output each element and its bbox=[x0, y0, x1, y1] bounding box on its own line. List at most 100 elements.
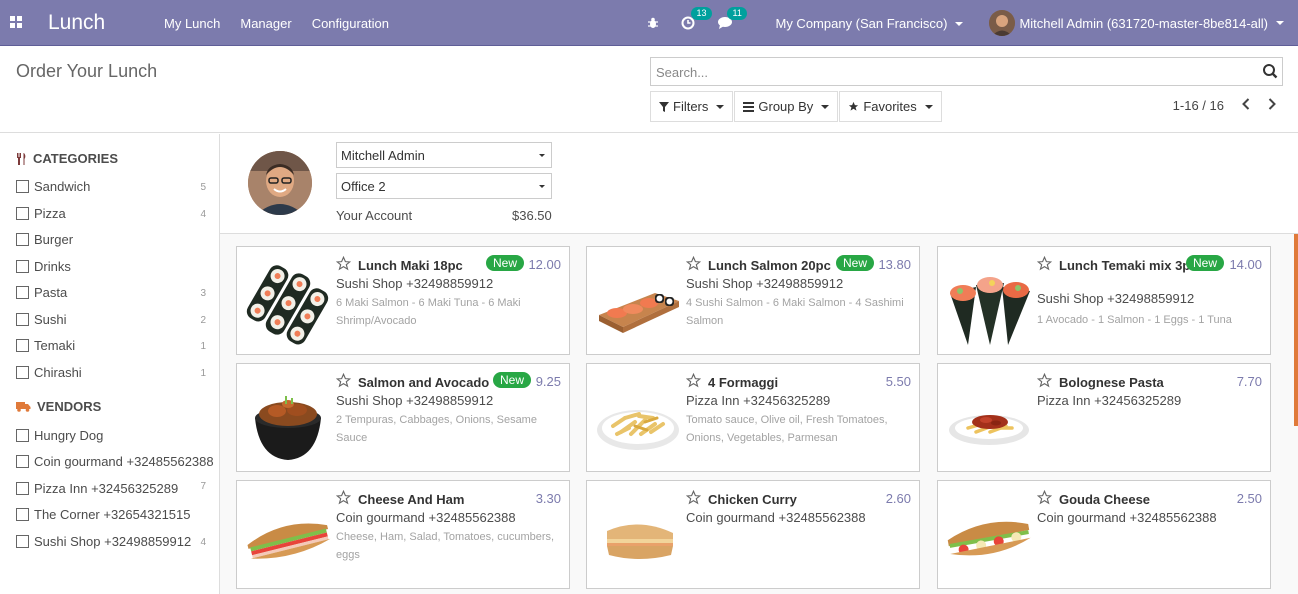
menu-my-lunch[interactable]: My Lunch bbox=[164, 16, 220, 31]
product-name: Chicken Curry bbox=[708, 492, 797, 507]
messages-chat-icon[interactable]: 11 bbox=[717, 7, 747, 30]
activity-clock-icon[interactable]: 13 bbox=[681, 7, 712, 30]
checkbox[interactable] bbox=[16, 482, 29, 495]
vendor-label: Hungry Dog bbox=[34, 428, 104, 443]
checkbox[interactable] bbox=[16, 286, 29, 299]
menu-configuration[interactable]: Configuration bbox=[312, 16, 389, 31]
product-card[interactable]: Lunch Maki 18pc New 12.00 Sushi Shop +32… bbox=[236, 246, 570, 355]
favorites-button[interactable]: Favorites bbox=[839, 91, 942, 122]
product-image-temaki-cones bbox=[946, 261, 1032, 347]
checkbox[interactable] bbox=[16, 429, 29, 442]
filter-icon bbox=[659, 101, 669, 112]
product-description: Cheese, Ham, Salad, Tomatoes, cucumbers,… bbox=[336, 531, 555, 561]
checkbox[interactable] bbox=[16, 535, 29, 548]
location-select[interactable]: Office 2 bbox=[336, 173, 552, 199]
search-input[interactable]: Search... bbox=[650, 57, 1283, 86]
product-vendor: Coin gourmand +32485562388 bbox=[336, 510, 516, 525]
vendor-hungry-dog[interactable]: Hungry Dog bbox=[16, 428, 206, 443]
vendor-coin-gourmand[interactable]: Coin gourmand +32485562388 bbox=[16, 454, 216, 469]
product-price: 3.30 bbox=[535, 491, 561, 506]
favorite-star-icon[interactable] bbox=[1036, 489, 1053, 508]
filters-label: Filters bbox=[673, 99, 709, 114]
search-icon[interactable] bbox=[1262, 63, 1278, 82]
category-sushi[interactable]: Sushi 2 bbox=[16, 312, 206, 327]
favorite-star-icon[interactable] bbox=[685, 255, 702, 274]
checkbox[interactable] bbox=[16, 233, 29, 246]
product-card[interactable]: Bolognese Pasta 7.70 Pizza Inn +32456325… bbox=[937, 363, 1271, 472]
checkbox[interactable] bbox=[16, 508, 29, 521]
product-card[interactable]: Lunch Temaki mix 3pc New 14.00 Sushi Sho… bbox=[937, 246, 1271, 355]
vendor-the-corner[interactable]: The Corner +32654321515 bbox=[16, 507, 206, 522]
favorite-star-icon[interactable] bbox=[335, 372, 352, 391]
company-switcher[interactable]: My Company (San Francisco) bbox=[775, 16, 964, 31]
product-card[interactable]: Cheese And Ham 3.30 Coin gourmand +32485… bbox=[236, 480, 570, 589]
user-name: Mitchell Admin (631720-master-8be814-all… bbox=[1019, 15, 1268, 31]
product-vendor: Coin gourmand +32485562388 bbox=[686, 510, 866, 525]
categories-heading: CATEGORIES bbox=[16, 151, 118, 166]
truck-icon bbox=[16, 402, 31, 412]
category-label: Pasta bbox=[34, 285, 68, 300]
checkbox[interactable] bbox=[16, 455, 29, 468]
main-menu: My Lunch Manager Configuration bbox=[164, 16, 389, 31]
category-label: Pizza bbox=[34, 206, 66, 221]
page-title: Order Your Lunch bbox=[16, 61, 158, 81]
activity-count-badge: 13 bbox=[691, 7, 712, 20]
pager: 1-16 / 16 bbox=[1173, 98, 1276, 113]
product-card[interactable]: Gouda Cheese 2.50 Coin gourmand +3248556… bbox=[937, 480, 1271, 589]
product-card[interactable]: 4 Formaggi 5.50 Pizza Inn +32456325289 T… bbox=[586, 363, 920, 472]
filters-button[interactable]: Filters bbox=[650, 91, 734, 122]
new-badge: New bbox=[1186, 255, 1225, 271]
category-temaki[interactable]: Temaki 1 bbox=[16, 338, 206, 353]
scrollbar[interactable] bbox=[1294, 234, 1298, 426]
favorite-star-icon[interactable] bbox=[685, 372, 702, 391]
favorite-star-icon[interactable] bbox=[1036, 372, 1053, 391]
category-count: 4 bbox=[200, 209, 206, 220]
checkbox[interactable] bbox=[16, 313, 29, 326]
new-badge: New bbox=[486, 255, 525, 271]
product-name: Bolognese Pasta bbox=[1059, 375, 1164, 390]
category-sandwich[interactable]: Sandwich 5 bbox=[16, 179, 206, 194]
app-brand[interactable]: Lunch bbox=[48, 11, 105, 35]
vendor-sushi-shop[interactable]: Sushi Shop +32498859912 4 bbox=[16, 534, 206, 549]
group-by-button[interactable]: Group By bbox=[734, 91, 839, 122]
category-drinks[interactable]: Drinks bbox=[16, 259, 206, 274]
pager-value[interactable]: 1-16 / 16 bbox=[1173, 98, 1224, 113]
list-icon bbox=[743, 101, 755, 112]
product-price: 5.50 bbox=[885, 374, 911, 389]
pager-next-icon[interactable] bbox=[1268, 98, 1276, 113]
favorite-star-icon[interactable] bbox=[685, 489, 702, 508]
product-card[interactable]: Lunch Salmon 20pc New 13.80 Sushi Shop +… bbox=[586, 246, 920, 355]
checkbox[interactable] bbox=[16, 366, 29, 379]
product-price: 7.70 bbox=[1236, 374, 1262, 389]
product-vendor: Pizza Inn +32456325289 bbox=[686, 393, 831, 408]
chevron-down-icon bbox=[1276, 21, 1284, 25]
pager-previous-icon[interactable] bbox=[1242, 98, 1250, 113]
product-description: 2 Tempuras, Cabbages, Onions, Sesame Sau… bbox=[336, 414, 537, 444]
categories-title: CATEGORIES bbox=[33, 151, 118, 166]
category-chirashi[interactable]: Chirashi 1 bbox=[16, 365, 206, 380]
menu-manager[interactable]: Manager bbox=[240, 16, 291, 31]
checkbox[interactable] bbox=[16, 180, 29, 193]
product-image-ciabatta-sandwich bbox=[595, 495, 681, 581]
user-menu[interactable]: Mitchell Admin (631720-master-8be814-all… bbox=[989, 10, 1284, 36]
product-name: Lunch Maki 18pc bbox=[358, 258, 463, 273]
favorites-label: Favorites bbox=[863, 99, 917, 114]
vendor-pizza-inn[interactable]: Pizza Inn +32456325289 7 bbox=[16, 481, 206, 496]
product-description: 1 Avocado - 1 Salmon - 1 Eggs - 1 Tuna bbox=[1037, 314, 1232, 326]
favorite-star-icon[interactable] bbox=[1036, 255, 1053, 274]
favorite-star-icon[interactable] bbox=[335, 489, 352, 508]
checkbox[interactable] bbox=[16, 207, 29, 220]
favorite-star-icon[interactable] bbox=[335, 255, 352, 274]
checkbox[interactable] bbox=[16, 260, 29, 273]
category-pasta[interactable]: Pasta 3 bbox=[16, 285, 206, 300]
product-card[interactable]: Chicken Curry 2.60 Coin gourmand +324855… bbox=[586, 480, 920, 589]
apps-menu-icon[interactable] bbox=[10, 16, 22, 28]
user-select[interactable]: Mitchell Admin bbox=[336, 142, 552, 168]
product-image-bolognese-plate bbox=[946, 378, 1032, 464]
checkbox[interactable] bbox=[16, 339, 29, 352]
chevron-down-icon bbox=[539, 154, 545, 157]
category-pizza[interactable]: Pizza 4 bbox=[16, 206, 206, 221]
product-card[interactable]: Salmon and Avocado New 9.25 Sushi Shop +… bbox=[236, 363, 570, 472]
debug-bug-icon[interactable] bbox=[647, 17, 659, 29]
category-burger[interactable]: Burger bbox=[16, 232, 206, 247]
